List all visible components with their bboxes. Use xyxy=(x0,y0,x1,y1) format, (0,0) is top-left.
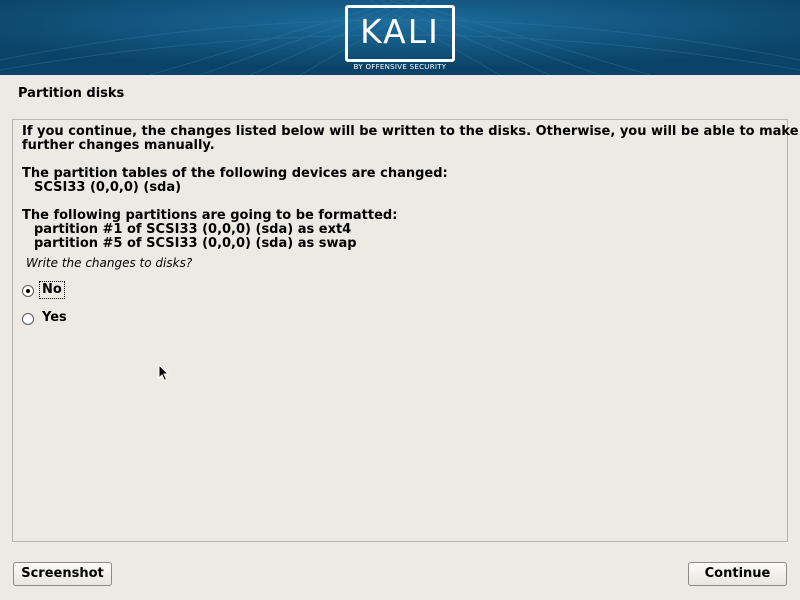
option-label-yes[interactable]: Yes xyxy=(40,310,69,326)
content-panel: If you continue, the changes listed belo… xyxy=(12,119,799,542)
radio-no[interactable] xyxy=(22,285,34,297)
header-banner: KALI BY OFFENSIVE SECURITY xyxy=(0,0,800,75)
logo-subtitle: BY OFFENSIVE SECURITY xyxy=(353,63,447,71)
format-item: partition #1 of SCSI33 (0,0,0) (sda) as … xyxy=(34,222,352,237)
continue-button[interactable]: Continue xyxy=(688,562,787,586)
question-text: Write the changes to disks? xyxy=(26,256,193,270)
mouse-pointer-icon xyxy=(158,364,170,382)
intro-text-line-1: If you continue, the changes listed belo… xyxy=(22,124,799,139)
format-heading: The following partitions are going to be… xyxy=(22,208,398,223)
page-title: Partition disks xyxy=(18,86,125,101)
tables-device: SCSI33 (0,0,0) (sda) xyxy=(34,180,182,195)
intro-text-line-2: further changes manually. xyxy=(22,138,215,153)
radio-yes[interactable] xyxy=(22,313,34,325)
screenshot-button[interactable]: Screenshot xyxy=(13,562,112,586)
option-label-no[interactable]: No xyxy=(39,281,65,299)
format-item: partition #5 of SCSI33 (0,0,0) (sda) as … xyxy=(34,236,357,251)
tables-heading: The partition tables of the following de… xyxy=(22,166,448,181)
logo-text: KALI xyxy=(360,12,440,51)
kali-logo: KALI xyxy=(345,5,455,62)
